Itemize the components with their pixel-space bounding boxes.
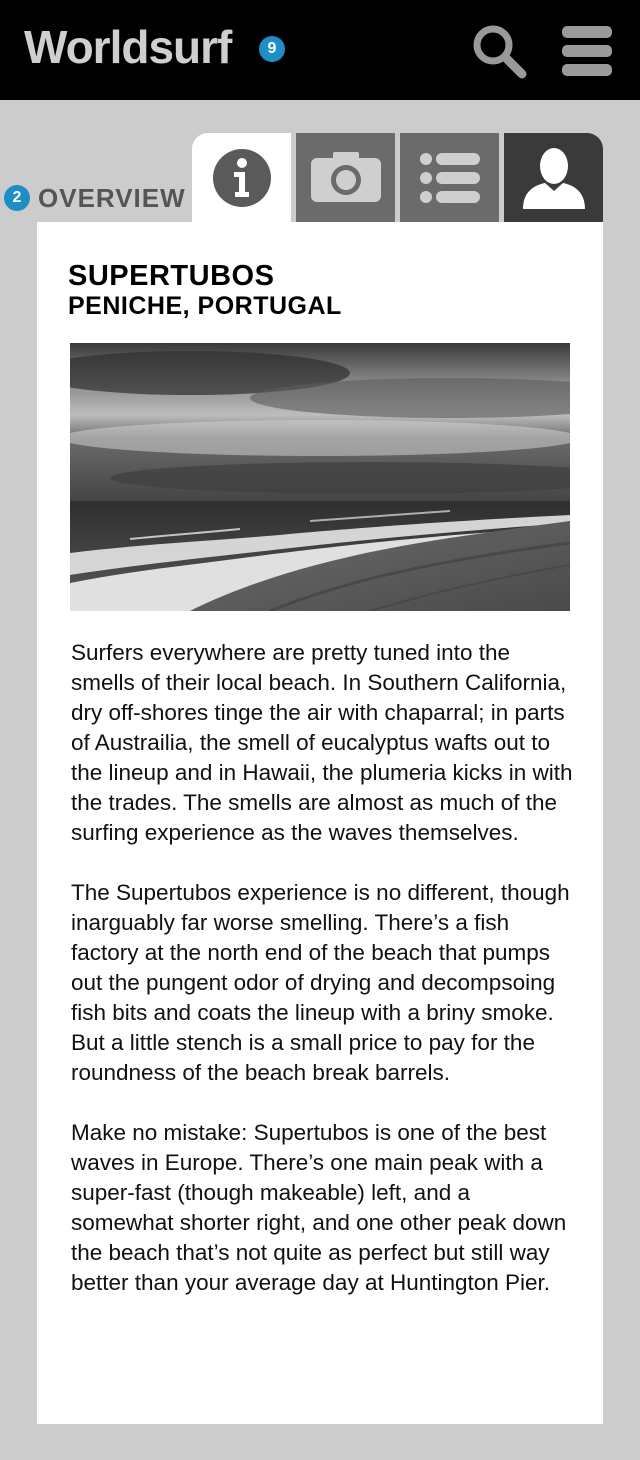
tab-list[interactable] [400,133,499,222]
spot-card: SUPERTUBOS PENICHE, PORTUGAL Surfers eve… [37,222,603,1424]
hamburger-menu-icon [562,26,612,76]
spot-description: Surfers everywhere are pretty tuned into… [71,638,576,1328]
spot-name: SUPERTUBOS [68,260,275,292]
section-label: 2 OVERVIEW [4,182,186,213]
tab-profile[interactable] [504,133,603,222]
info-icon [212,148,271,207]
list-icon [419,152,480,203]
description-paragraph: The Supertubos experience is no differen… [71,880,570,1085]
beach-photo [70,343,570,611]
section-title: OVERVIEW [38,182,186,213]
description-paragraph: Surfers everywhere are pretty tuned into… [71,640,573,845]
step-badge: 2 [4,185,30,211]
camera-icon [310,151,381,202]
tab-photos[interactable] [296,133,395,222]
notification-badge[interactable]: 9 [259,36,285,62]
search-icon [473,25,527,79]
spot-location: PENICHE, PORTUGAL [68,292,342,320]
user-icon [522,147,585,209]
tab-info[interactable] [192,133,291,222]
app-title[interactable]: Worldsurf [24,18,232,76]
description-paragraph: Make no mistake: Supertubos is one of th… [71,1120,567,1295]
top-bar: Worldsurf 9 [0,0,640,100]
search-button[interactable] [470,22,528,80]
menu-button[interactable] [560,24,614,78]
